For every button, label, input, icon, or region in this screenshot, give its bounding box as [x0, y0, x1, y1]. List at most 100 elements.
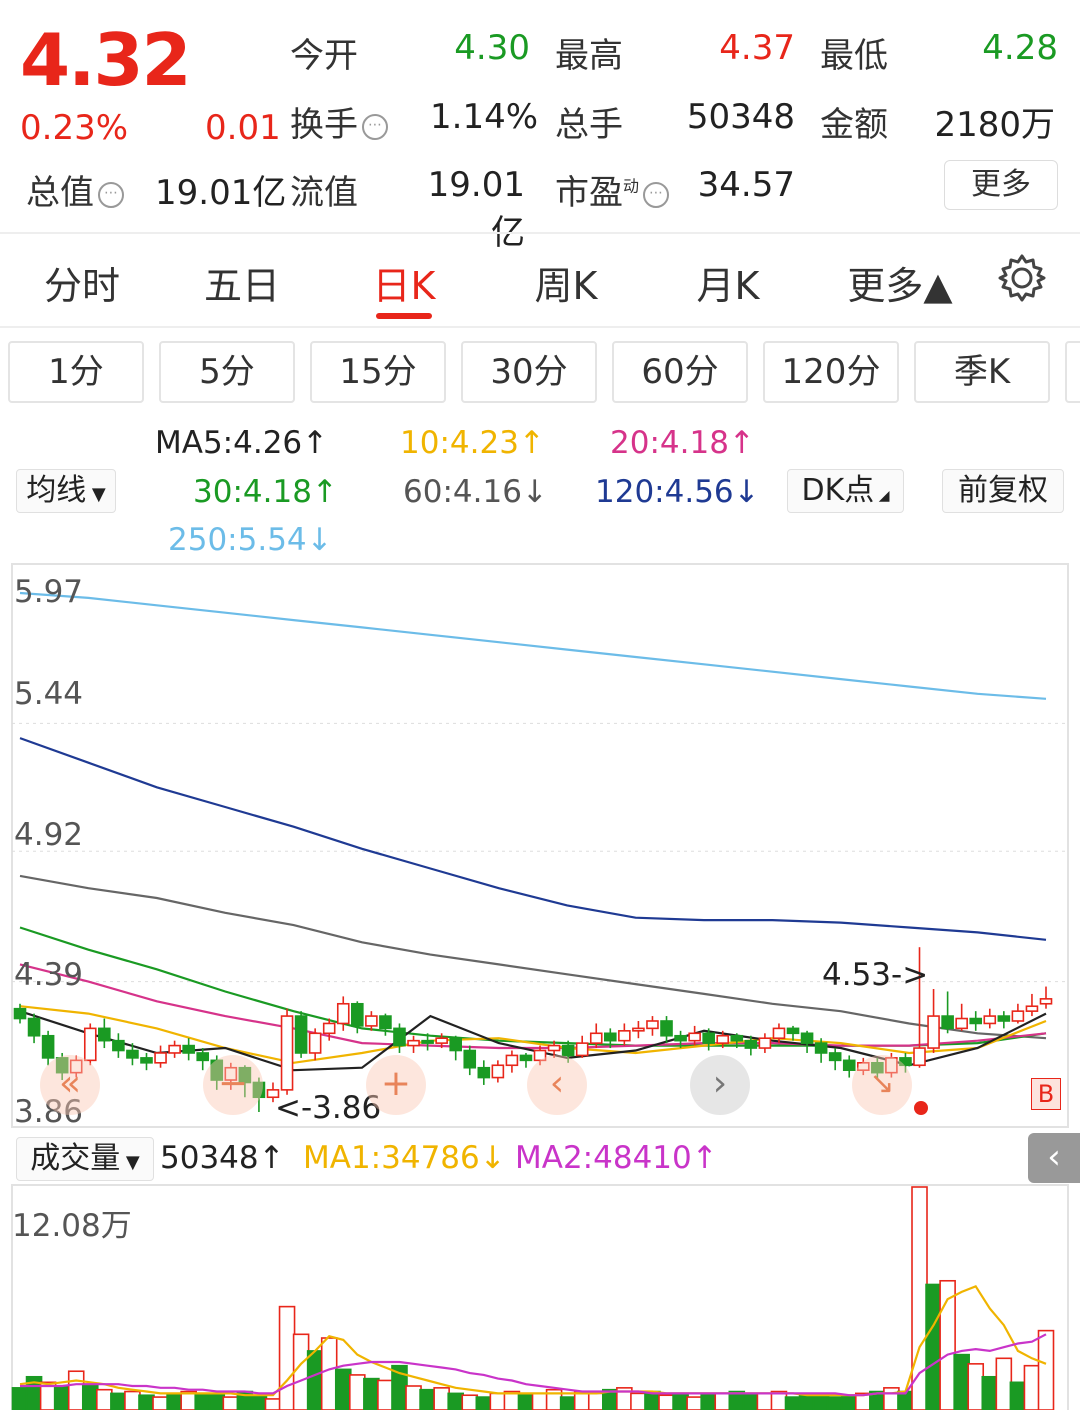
volume-bar	[166, 1392, 183, 1410]
volume-bar	[489, 1392, 507, 1410]
scroll-right-icon[interactable]: ›	[690, 1055, 750, 1115]
volume-bar	[433, 1387, 450, 1410]
candle-body	[463, 1049, 477, 1069]
high-annotation: 4.53->	[822, 957, 929, 993]
candle-body	[435, 1037, 448, 1044]
candle-body	[1011, 1010, 1025, 1022]
candle-body	[83, 1027, 97, 1062]
volume-ma1: MA1:34786↓	[303, 1140, 506, 1176]
kline-chart[interactable]	[0, 0, 1080, 1410]
candle-body	[589, 1032, 603, 1044]
volume-bar	[208, 1392, 226, 1410]
candle-body	[140, 1057, 153, 1064]
candle-body	[126, 1049, 139, 1059]
volume-bar	[124, 1390, 141, 1410]
vol_ma2-line	[20, 1333, 1047, 1397]
scroll-far-left-icon[interactable]: «	[40, 1055, 100, 1115]
candle-body	[660, 1020, 673, 1037]
scroll-latest-icon[interactable]: ↘	[852, 1055, 912, 1115]
candle-body	[154, 1052, 167, 1064]
volume-bar	[517, 1394, 535, 1410]
candle-body	[561, 1044, 575, 1057]
candle-body	[983, 1015, 997, 1025]
volume-bar	[700, 1394, 717, 1410]
volume-indicator-selector[interactable]: 成交量 ▼	[16, 1137, 154, 1181]
candle-body	[688, 1032, 701, 1042]
candle-body	[786, 1027, 800, 1035]
volume-bar	[447, 1392, 464, 1410]
candle-body	[744, 1039, 758, 1049]
volume-bar	[967, 1363, 985, 1410]
volume-ma2: MA2:48410↑	[515, 1140, 718, 1176]
candle-body	[955, 1017, 968, 1030]
volume-bar	[672, 1392, 689, 1410]
candle-body	[674, 1034, 687, 1042]
candle-body	[842, 1059, 856, 1071]
candle-body	[632, 1027, 645, 1032]
volume-bar	[138, 1394, 155, 1410]
volume-bar	[883, 1387, 900, 1410]
low-annotation: <-3.86	[275, 1090, 382, 1126]
candle-body	[336, 1002, 350, 1025]
volume-bar	[1037, 1329, 1055, 1410]
candle-body	[280, 1015, 294, 1091]
candle-body	[393, 1027, 406, 1047]
candle-body	[308, 1032, 322, 1054]
candle-body	[814, 1042, 828, 1054]
scroll-left-icon[interactable]: ‹	[527, 1055, 587, 1115]
volume-bar	[981, 1375, 999, 1410]
candle-body	[322, 1022, 336, 1035]
volume-bar	[11, 1387, 29, 1410]
candle-body	[547, 1044, 561, 1052]
candle-body	[407, 1039, 420, 1047]
candle-body	[98, 1027, 111, 1042]
candle-body	[730, 1034, 744, 1042]
volume-bar	[194, 1394, 212, 1410]
volume-bar	[925, 1283, 942, 1410]
candle-body	[1025, 1005, 1039, 1012]
zoom-out-icon[interactable]: −	[203, 1055, 263, 1115]
volume-bar	[714, 1392, 732, 1410]
volume-bar	[349, 1374, 366, 1410]
volume-bar	[953, 1353, 970, 1410]
volume-bar	[264, 1398, 282, 1410]
candle-body	[421, 1039, 434, 1044]
vol_ma1-line	[19, 1284, 1047, 1397]
candle-body	[997, 1015, 1011, 1022]
candle-body	[969, 1017, 983, 1025]
candle-body	[168, 1044, 181, 1054]
candle-body	[828, 1052, 842, 1062]
volume-bar	[306, 1350, 324, 1410]
volume-bar	[461, 1394, 479, 1410]
volume-bar	[658, 1394, 675, 1410]
volume-bar	[475, 1396, 493, 1410]
candle-body	[913, 1047, 926, 1067]
candle-body	[716, 1034, 730, 1044]
volume-bar	[1009, 1381, 1027, 1410]
zoom-in-icon[interactable]: +	[366, 1055, 426, 1115]
price-axis-label: 5.44	[14, 676, 84, 712]
volume-current: 50348↑	[160, 1140, 285, 1176]
volume-axis-max: 12.08万	[12, 1208, 132, 1244]
volume-bar	[756, 1392, 774, 1410]
volume-bar	[826, 1396, 844, 1410]
collapse-panel-icon[interactable]: ‹	[1028, 1133, 1080, 1183]
candle-body	[365, 1015, 378, 1027]
candle-body	[112, 1039, 125, 1052]
candle-body	[351, 1002, 364, 1027]
candle-body	[772, 1027, 786, 1040]
candle-body	[800, 1032, 814, 1044]
volume-bar	[292, 1333, 310, 1410]
buy-signal-badge[interactable]: B	[1031, 1078, 1061, 1110]
candle-body	[449, 1037, 462, 1052]
candle-body	[604, 1032, 617, 1042]
volume-bar	[840, 1394, 858, 1410]
volume-bar	[419, 1388, 436, 1410]
price-axis-label: 5.97	[14, 574, 84, 610]
volume-bar	[81, 1383, 99, 1410]
volume-bar	[995, 1357, 1013, 1410]
volume-bar	[250, 1394, 268, 1410]
candle-body	[182, 1044, 195, 1054]
volume-bar	[742, 1394, 760, 1410]
volume-bar	[110, 1392, 127, 1410]
